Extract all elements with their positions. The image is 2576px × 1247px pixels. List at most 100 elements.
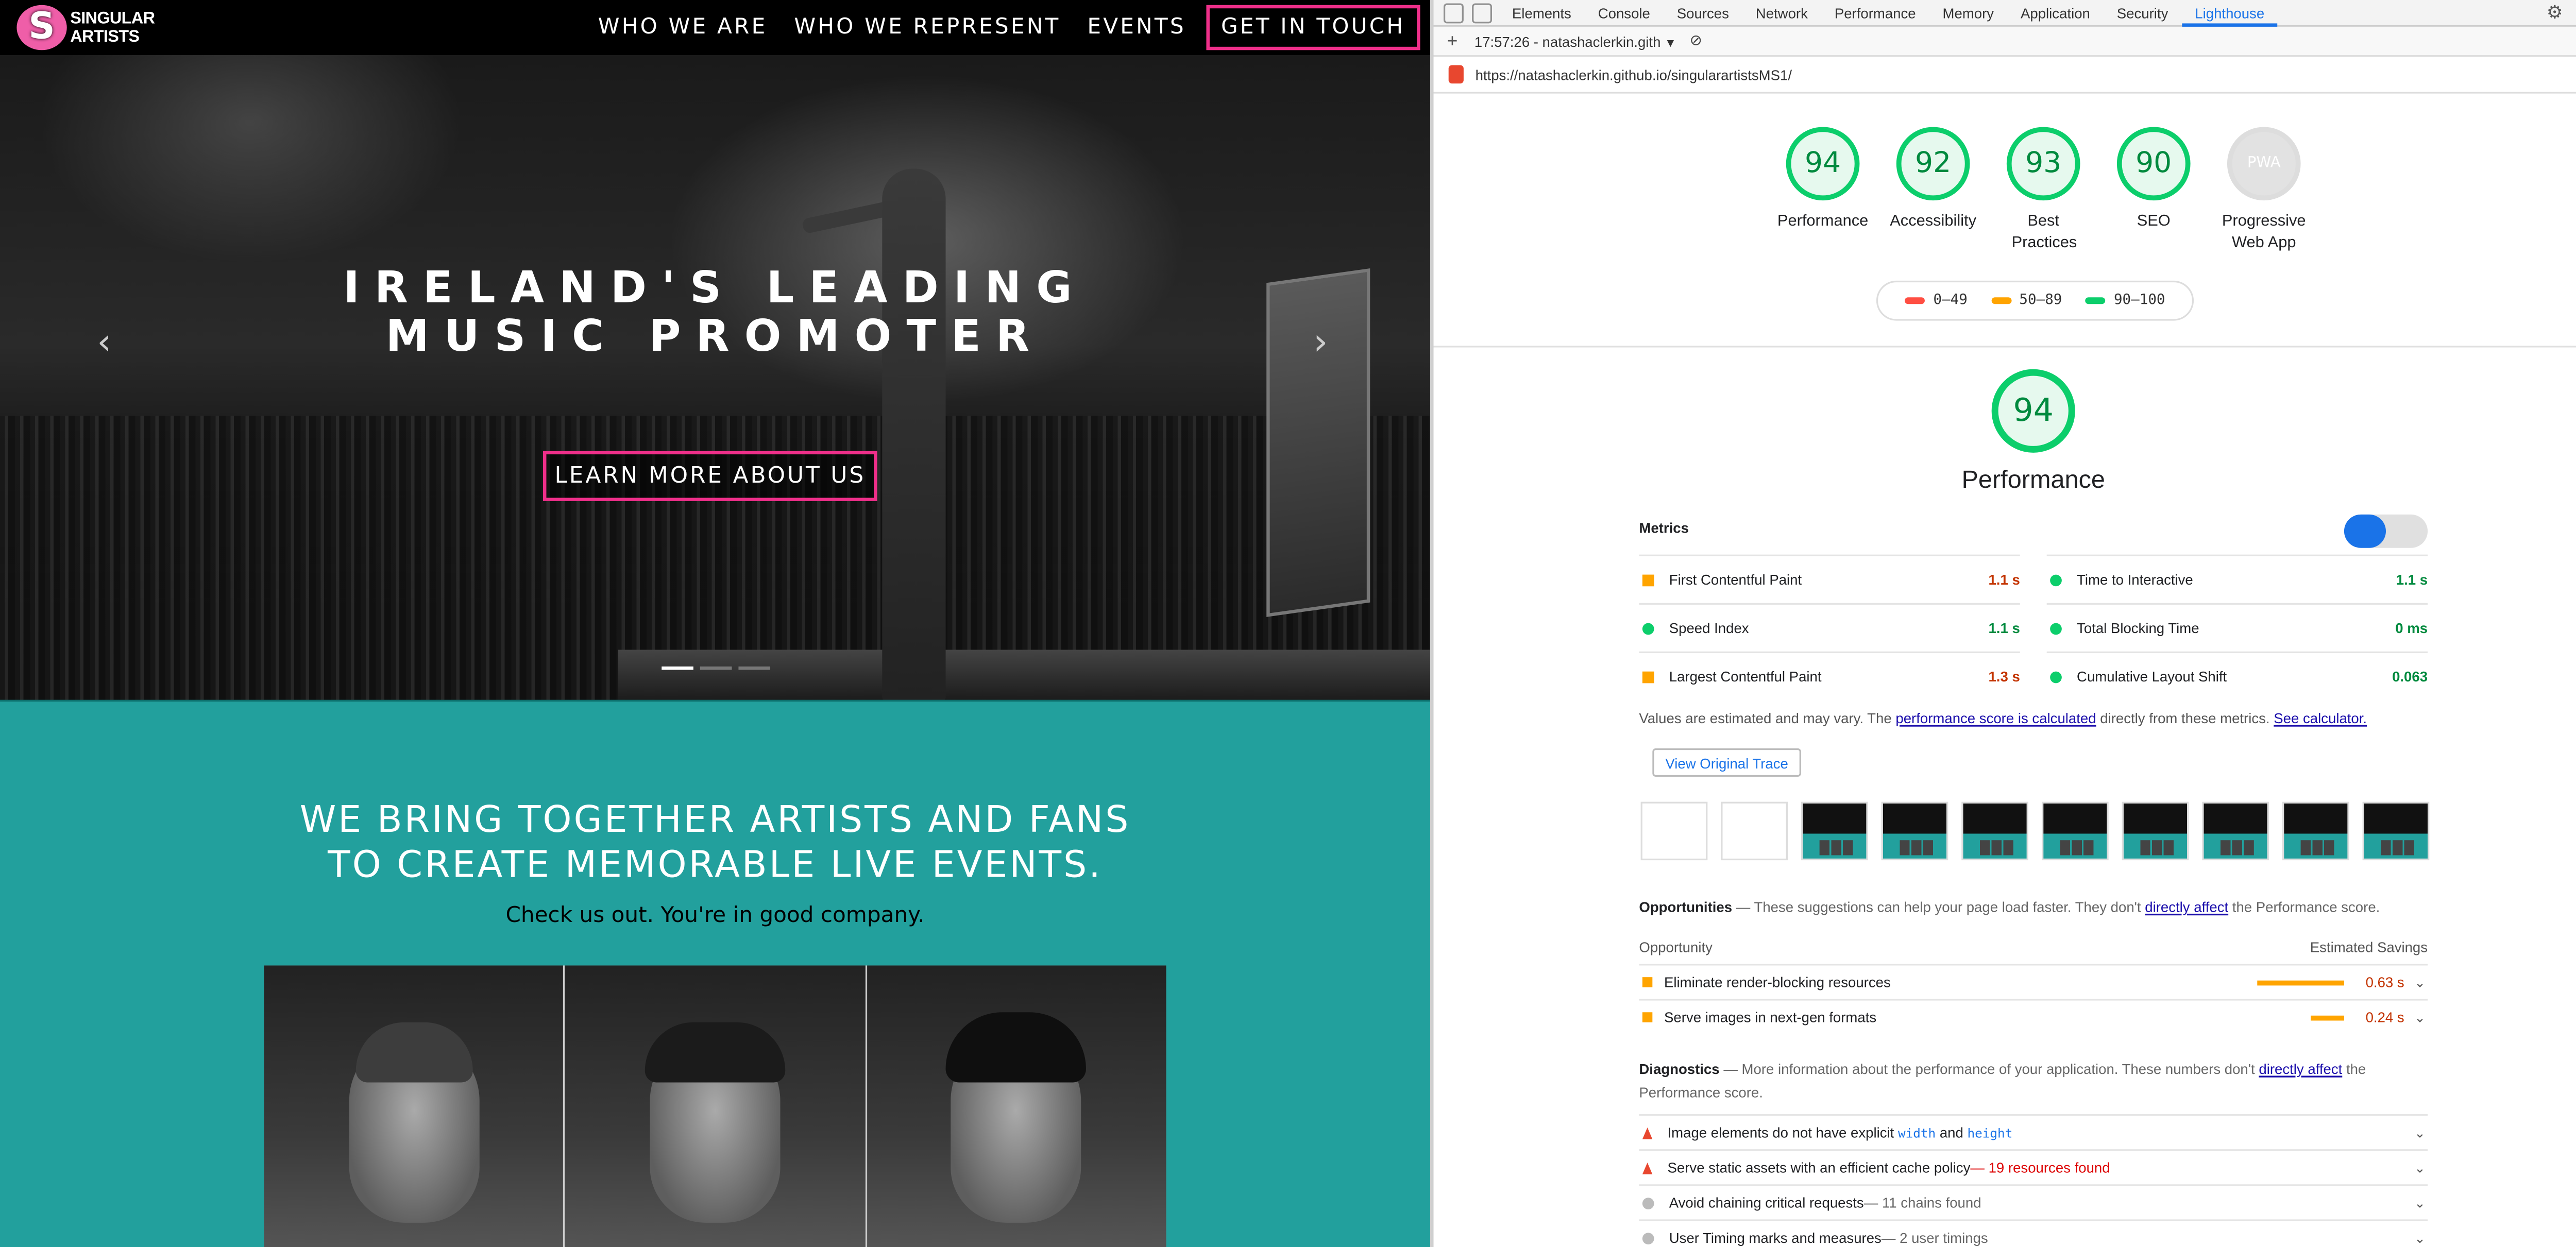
legend-label: 50–89 bbox=[2019, 292, 2062, 309]
metric-label: Cumulative Layout Shift bbox=[2077, 668, 2227, 685]
score-calculated-link[interactable]: performance score is calculated bbox=[1895, 710, 2096, 726]
devtools-tabbar: Elements Console Sources Network Perform… bbox=[1433, 0, 2576, 27]
filmstrip-frame bbox=[2122, 801, 2189, 861]
carousel-indicator[interactable] bbox=[700, 666, 732, 670]
gauge-accessibility[interactable]: 92 Accessibility bbox=[1878, 127, 1988, 253]
performance-score-gauge: 94 bbox=[1991, 369, 2075, 453]
report-url[interactable]: https://natashaclerkin.github.io/singula… bbox=[1476, 66, 1792, 82]
intro-section: WE BRING TOGETHER ARTISTS AND FANS TO CR… bbox=[0, 699, 1431, 1247]
tab-elements[interactable]: Elements bbox=[1499, 0, 1585, 26]
diagnostic-code: height bbox=[1967, 1125, 2013, 1141]
carousel-prev-icon[interactable]: ‹ bbox=[97, 322, 112, 364]
artist-photo[interactable] bbox=[867, 965, 1166, 1247]
metric-value: 1.1 s bbox=[1988, 620, 2020, 637]
carousel-indicators bbox=[662, 666, 771, 670]
lighthouse-toolbar: + 17:57:26 - natashaclerkin.gith ▼ ⊘ bbox=[1433, 26, 2576, 57]
carousel-indicator[interactable] bbox=[662, 666, 693, 670]
gauge-performance[interactable]: 94 Performance bbox=[1768, 127, 1878, 253]
diagnostic-row[interactable]: Image elements do not have explicit widt… bbox=[1639, 1114, 2428, 1149]
site-logo[interactable]: S SINGULAR ARTISTS bbox=[16, 5, 155, 50]
carousel-next-icon[interactable]: › bbox=[1313, 322, 1328, 364]
diagnostic-row[interactable]: Avoid chaining critical requests — 11 ch… bbox=[1639, 1184, 2428, 1219]
opportunities-desc-tail: the Performance score. bbox=[2228, 898, 2380, 916]
diagnostics-desc: — More information about the performance… bbox=[1719, 1061, 2259, 1078]
site-navbar: S SINGULAR ARTISTS WHO WE ARE WHO WE REP… bbox=[0, 0, 1431, 56]
nav-events[interactable]: EVENTS bbox=[1074, 15, 1199, 40]
diagnostic-row[interactable]: User Timing marks and measures — 2 user … bbox=[1639, 1219, 2428, 1247]
tab-network[interactable]: Network bbox=[1742, 0, 1821, 26]
chevron-down-icon[interactable]: ⌄ bbox=[2414, 1125, 2428, 1140]
opportunity-row[interactable]: Serve images in next-gen formats 0.24 s ⌄ bbox=[1639, 999, 2428, 1034]
tab-sources[interactable]: Sources bbox=[1664, 0, 1742, 26]
metric-label: Largest Contentful Paint bbox=[1669, 668, 1822, 685]
directly-affect-link[interactable]: directly affect bbox=[2145, 899, 2228, 915]
filmstrip-frame bbox=[2202, 801, 2269, 861]
diagnostic-label: User Timing marks and measures bbox=[1669, 1229, 1882, 1246]
opportunities-columns: Opportunity Estimated Savings bbox=[1639, 939, 2428, 955]
filmstrip-frame bbox=[1721, 801, 1788, 861]
directly-affect-link[interactable]: directly affect bbox=[2259, 1061, 2342, 1077]
artist-photo-strip bbox=[264, 965, 1166, 1247]
diagnostic-detail: — 11 chains found bbox=[1863, 1194, 1981, 1211]
artist-hair-image bbox=[946, 1012, 1087, 1083]
report-selector[interactable]: 17:57:26 - natashaclerkin.gith ▼ bbox=[1475, 32, 1676, 49]
metric-row: Cumulative Layout Shift 0.063 bbox=[2046, 651, 2428, 700]
tab-performance[interactable]: Performance bbox=[1821, 0, 1929, 26]
learn-more-button[interactable]: LEARN MORE ABOUT US bbox=[543, 451, 877, 501]
device-toolbar-icon[interactable] bbox=[1472, 2, 1492, 23]
gauge-pwa[interactable]: PWA Progressive Web App bbox=[2209, 127, 2319, 253]
nav-who-we-represent[interactable]: WHO WE REPRESENT bbox=[781, 15, 1074, 40]
artist-photo[interactable] bbox=[565, 965, 865, 1247]
filmstrip-frame bbox=[1881, 801, 1948, 861]
gauge-label: Best Practices bbox=[2011, 212, 2077, 252]
gauge-seo[interactable]: 90 SEO bbox=[2098, 127, 2209, 253]
carousel-indicator[interactable] bbox=[738, 666, 771, 670]
nav-get-in-touch-button[interactable]: GET IN TOUCH bbox=[1206, 5, 1420, 50]
gauge-label: Progressive Web App bbox=[2222, 212, 2306, 252]
settings-gear-icon[interactable]: ⚙ bbox=[2547, 2, 2563, 23]
chevron-down-icon[interactable]: ⌄ bbox=[2414, 1010, 2428, 1024]
legend-swatch-red bbox=[1905, 296, 1925, 303]
opportunity-label: Eliminate render-blocking resources bbox=[1664, 973, 1891, 991]
opportunities-title: Opportunities bbox=[1639, 898, 1733, 916]
legend-swatch-green bbox=[2085, 296, 2106, 303]
gauge-best-practices[interactable]: 93 Best Practices bbox=[1988, 127, 2098, 253]
devtools-panel: Elements Console Sources Network Perform… bbox=[1433, 0, 2576, 1247]
filmstrip-frame bbox=[1640, 801, 1708, 861]
average-square-icon bbox=[1642, 573, 1654, 586]
new-report-icon[interactable]: + bbox=[1447, 31, 1458, 51]
tab-application[interactable]: Application bbox=[2007, 0, 2104, 26]
logo-text-line1: SINGULAR bbox=[70, 9, 155, 28]
metric-row: First Contentful Paint 1.1 s bbox=[1639, 554, 2020, 603]
chevron-down-icon[interactable]: ⌄ bbox=[2414, 975, 2428, 989]
clear-report-icon[interactable]: ⊘ bbox=[1690, 32, 1702, 50]
artist-photo[interactable] bbox=[264, 965, 564, 1247]
diagnostic-detail: — 2 user timings bbox=[1881, 1229, 1988, 1246]
diagnostic-label: Avoid chaining critical requests bbox=[1669, 1194, 1864, 1211]
website-viewport: S SINGULAR ARTISTS WHO WE ARE WHO WE REP… bbox=[0, 0, 1431, 1247]
legend-swatch-orange bbox=[1991, 296, 2011, 303]
tab-memory[interactable]: Memory bbox=[1929, 0, 2007, 26]
nav-who-we-are[interactable]: WHO WE ARE bbox=[585, 15, 781, 40]
savings-bar bbox=[2311, 1015, 2344, 1020]
expanded-view-icon[interactable] bbox=[2386, 515, 2428, 548]
logo-text: SINGULAR ARTISTS bbox=[70, 9, 155, 46]
diagnostic-row[interactable]: Serve static assets with an efficient ca… bbox=[1639, 1149, 2428, 1184]
opportunity-row[interactable]: Eliminate render-blocking resources 0.63 … bbox=[1639, 964, 2428, 999]
diagnostic-text: Image elements do not have explicit bbox=[1667, 1124, 1898, 1141]
chevron-down-icon[interactable]: ⌄ bbox=[2414, 1230, 2428, 1245]
tab-console[interactable]: Console bbox=[1585, 0, 1664, 26]
tab-security[interactable]: Security bbox=[2104, 0, 2182, 26]
metrics-view-toggle[interactable] bbox=[2344, 514, 2428, 548]
gauge-label: SEO bbox=[2137, 212, 2171, 231]
chevron-down-icon[interactable]: ⌄ bbox=[2414, 1195, 2428, 1210]
chevron-down-icon[interactable]: ⌄ bbox=[2414, 1160, 2428, 1175]
compact-view-icon[interactable] bbox=[2344, 514, 2386, 548]
diagnostics-header: Diagnostics — More information about the… bbox=[1639, 1057, 2428, 1104]
pwa-badge-icon: PWA bbox=[2227, 127, 2301, 201]
tab-lighthouse[interactable]: Lighthouse bbox=[2181, 0, 2278, 26]
inspect-element-icon[interactable] bbox=[1443, 2, 1464, 23]
view-original-trace-button[interactable]: View Original Trace bbox=[1652, 748, 1801, 777]
legend-item: 90–100 bbox=[2085, 293, 2165, 309]
see-calculator-link[interactable]: See calculator. bbox=[2274, 710, 2367, 726]
